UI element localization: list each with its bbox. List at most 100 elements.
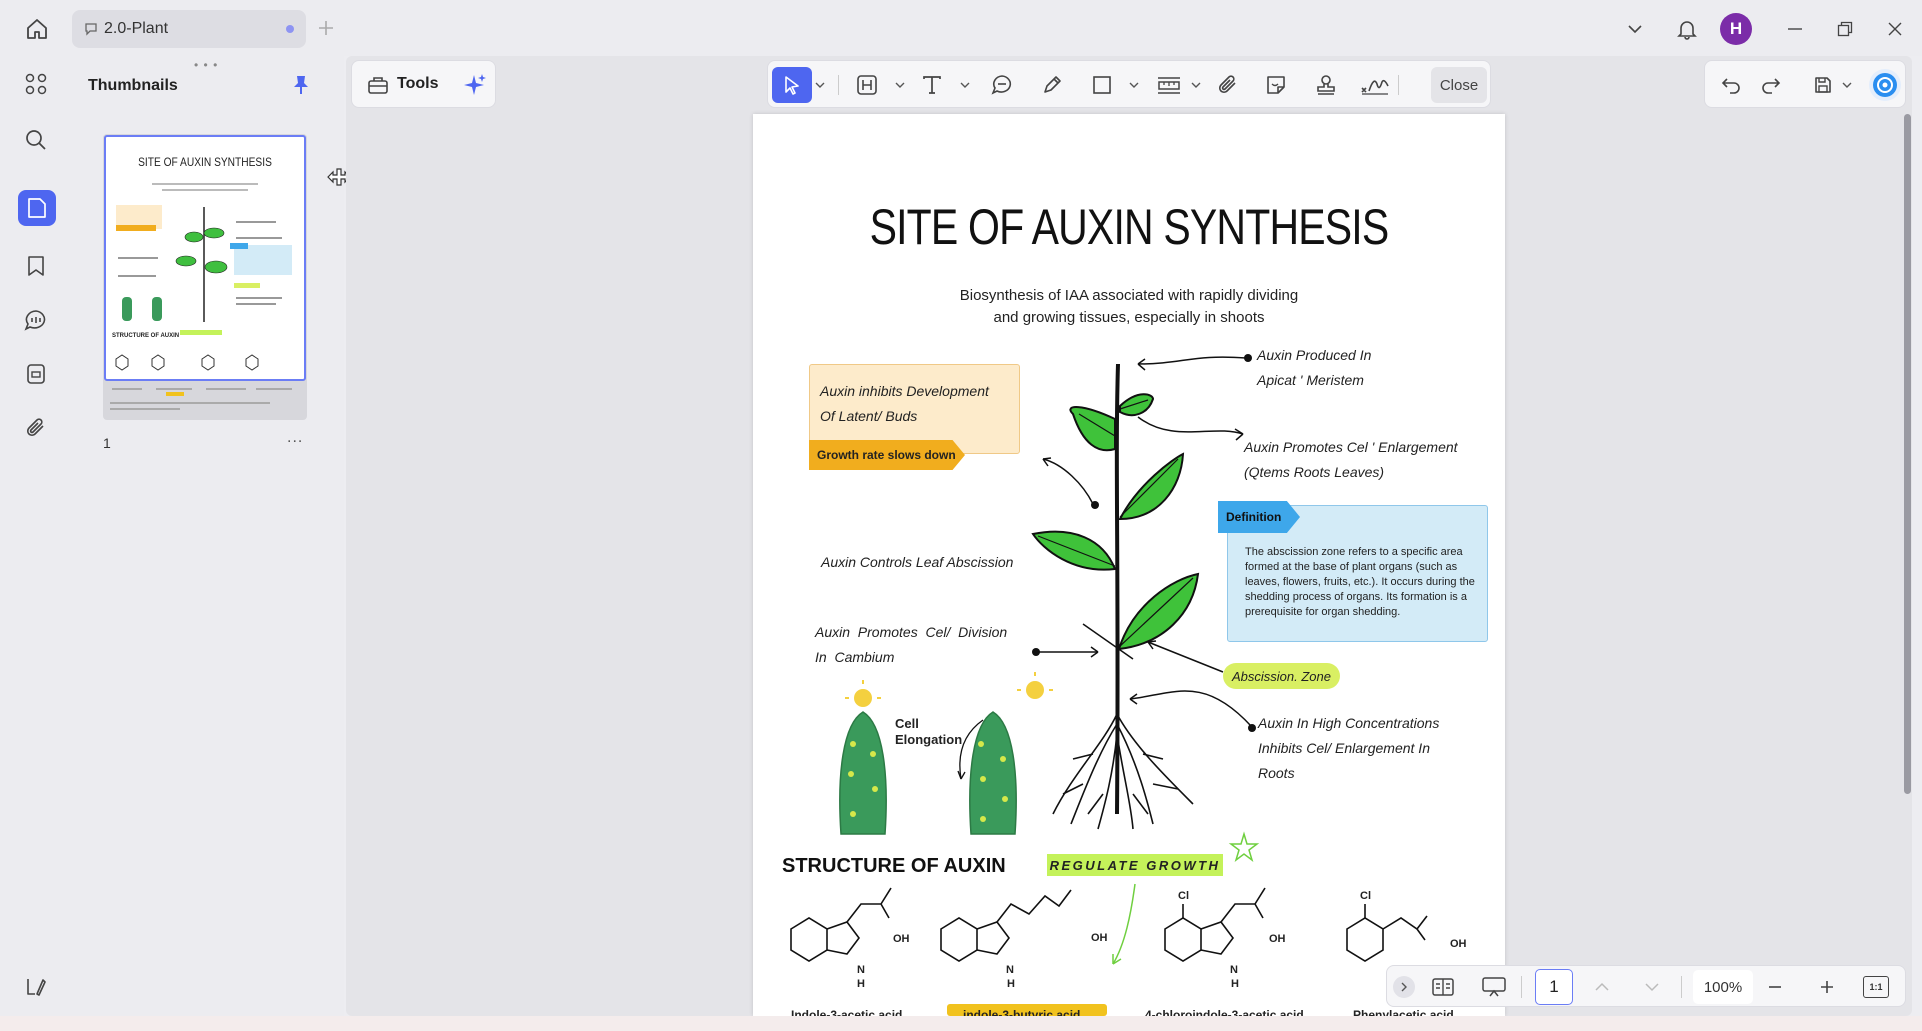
- auxin-produced-label: Auxin Produced In Apicat ' Meristem: [1257, 343, 1371, 393]
- zoom-level[interactable]: 100%: [1693, 970, 1753, 1004]
- zoom-in-icon[interactable]: [1815, 976, 1839, 998]
- text-tool-icon[interactable]: [918, 71, 946, 99]
- highlight-tool-icon[interactable]: [853, 71, 881, 99]
- actual-size-button[interactable]: 1:1: [1863, 976, 1889, 998]
- zoom-out-icon[interactable]: [1763, 976, 1787, 998]
- chevron-right-icon[interactable]: [1393, 976, 1415, 998]
- toolbar-divider: [1398, 75, 1399, 95]
- attachment-icon[interactable]: [22, 414, 50, 442]
- toolbox-icon: [366, 73, 390, 97]
- n-label-2: N: [1006, 964, 1014, 976]
- h-label-3: H: [1231, 978, 1239, 990]
- oh-label-2: OH: [1091, 932, 1108, 944]
- bookmark-icon[interactable]: [22, 252, 50, 280]
- pen-tool-icon[interactable]: [1038, 71, 1066, 99]
- oh-label-3: OH: [1269, 933, 1286, 945]
- caption-iaa: Indole-3-acetic acid: [791, 1008, 903, 1016]
- highlight-dropdown-icon[interactable]: [894, 79, 906, 91]
- next-page-icon[interactable]: [1641, 976, 1663, 998]
- page-layout-icon[interactable]: [1429, 974, 1457, 1000]
- select-tool-icon[interactable]: [772, 67, 812, 103]
- undo-icon[interactable]: [1717, 71, 1745, 99]
- comment-icon: [85, 23, 97, 36]
- tools-button[interactable]: Tools: [397, 75, 438, 93]
- thumbnails-panel-icon[interactable]: [18, 190, 56, 226]
- caption-4-cl-iaa: 4-chloroindole-3-acetic acid: [1145, 1008, 1304, 1016]
- document-tab[interactable]: 2.0-Plant: [72, 10, 306, 48]
- close-window-icon[interactable]: [1882, 16, 1908, 42]
- presentation-icon[interactable]: [1479, 974, 1509, 1000]
- regulate-growth-label: REGULATE GROWTH: [1047, 854, 1223, 876]
- panel-drag-handle[interactable]: • • •: [194, 58, 218, 72]
- enlargement-line-2: (Qtems Roots Leaves): [1244, 464, 1385, 480]
- thumbnail-page-number: 1: [103, 435, 111, 451]
- home-icon[interactable]: [22, 14, 52, 44]
- high-conc-line-2: Inhibits Cel/ Enlargement In: [1258, 740, 1430, 756]
- comments-icon[interactable]: [22, 306, 50, 334]
- stamp-tool-icon[interactable]: [1312, 71, 1340, 99]
- thumbnail-more-button[interactable]: ...: [287, 429, 303, 447]
- thumbnail-structure-heading: STRUCTURE OF AUXIN: [112, 333, 180, 339]
- shape-dropdown-icon[interactable]: [1128, 79, 1140, 91]
- definition-tag: Definition: [1218, 501, 1300, 533]
- minimize-icon[interactable]: [1782, 16, 1808, 42]
- high-concentration-label: Auxin In High Concentrations Inhibits Ce…: [1258, 711, 1439, 786]
- new-tab-icon[interactable]: [314, 16, 338, 40]
- cell-enlargement-label: Auxin Promotes Cel ' Enlargement (Qtems …: [1244, 435, 1458, 485]
- vertical-scrollbar[interactable]: [1904, 114, 1911, 794]
- comment-tool-icon[interactable]: [988, 71, 1016, 99]
- caption-iba: indole-3-butyric acid: [963, 1008, 1081, 1016]
- save-dropdown-icon[interactable]: [1841, 79, 1853, 91]
- shape-tool-icon[interactable]: [1088, 71, 1116, 99]
- structure-heading: STRUCTURE OF AUXIN: [782, 855, 1006, 877]
- document-page: SITE OF AUXIN SYNTHESIS Biosynthesis of …: [753, 114, 1505, 1016]
- panel-title: Thumbnails: [88, 77, 178, 94]
- avatar[interactable]: H: [1720, 13, 1752, 45]
- chevron-down-icon[interactable]: [1622, 16, 1648, 42]
- measure-tool-icon[interactable]: [1154, 71, 1184, 99]
- sidebar-settings-icon[interactable]: [22, 972, 50, 1000]
- assistant-icon[interactable]: [1869, 69, 1901, 101]
- restore-icon[interactable]: [1832, 16, 1858, 42]
- annotation-toolbar: Close: [767, 60, 1491, 108]
- signature-tool-icon[interactable]: [1358, 71, 1392, 99]
- h-label-1: H: [857, 978, 865, 990]
- status-strip: [0, 1016, 1922, 1031]
- bell-icon[interactable]: [1672, 14, 1702, 44]
- caption-paa: Phenylacetic acid: [1353, 1008, 1454, 1016]
- high-conc-line-1: Auxin In High Concentrations: [1258, 715, 1440, 731]
- cl-label-1: Cl: [1178, 890, 1189, 902]
- close-button[interactable]: Close: [1431, 67, 1487, 103]
- text-dropdown-icon[interactable]: [959, 79, 971, 91]
- ai-sparkle-icon[interactable]: [460, 71, 488, 99]
- measure-dropdown-icon[interactable]: [1190, 79, 1202, 91]
- previous-page-icon[interactable]: [1591, 976, 1613, 998]
- left-rail: [0, 56, 70, 1021]
- select-dropdown-icon[interactable]: [814, 79, 826, 91]
- oh-label-1: OH: [893, 933, 910, 945]
- thumbnail-page-1[interactable]: SITE OF AUXIN SYNTHESIS STRUCTURE OF AUX…: [104, 135, 306, 381]
- pages-icon[interactable]: [22, 360, 50, 388]
- n-label-1: N: [857, 964, 865, 976]
- attach-tool-icon[interactable]: [1214, 71, 1242, 99]
- high-conc-line-3: Roots: [1258, 765, 1295, 781]
- pin-icon[interactable]: [288, 72, 314, 98]
- division-line-2: In Cambium: [815, 649, 895, 665]
- cl-label-2: Cl: [1360, 890, 1371, 902]
- search-icon[interactable]: [22, 126, 50, 154]
- cell-elongation-line-2: Elongation: [895, 732, 963, 747]
- abscission-zone-label: Abscission. Zone: [1223, 663, 1340, 689]
- tab-title: 2.0-Plant: [104, 20, 169, 37]
- sticker-tool-icon[interactable]: [1262, 71, 1290, 99]
- thumbnail-preview-graphic: [115, 183, 292, 371]
- produced-line-1: Auxin Produced In: [1257, 347, 1372, 363]
- save-icon[interactable]: [1809, 71, 1837, 99]
- page-number-input[interactable]: 1: [1535, 969, 1573, 1005]
- redo-icon[interactable]: [1757, 71, 1785, 99]
- leaf-abscission-label: Auxin Controls Leaf Abscission: [821, 554, 1014, 570]
- cell-elongation-label: Cell Elongation: [895, 716, 962, 748]
- apps-grid-icon[interactable]: [22, 70, 50, 98]
- thumbnails-panel: • • • Thumbnails SITE OF AUXIN SYNTHESIS…: [70, 56, 344, 1016]
- definition-text: The abscission zone refers to a specific…: [1245, 546, 1475, 618]
- tools-box: Tools: [351, 60, 496, 108]
